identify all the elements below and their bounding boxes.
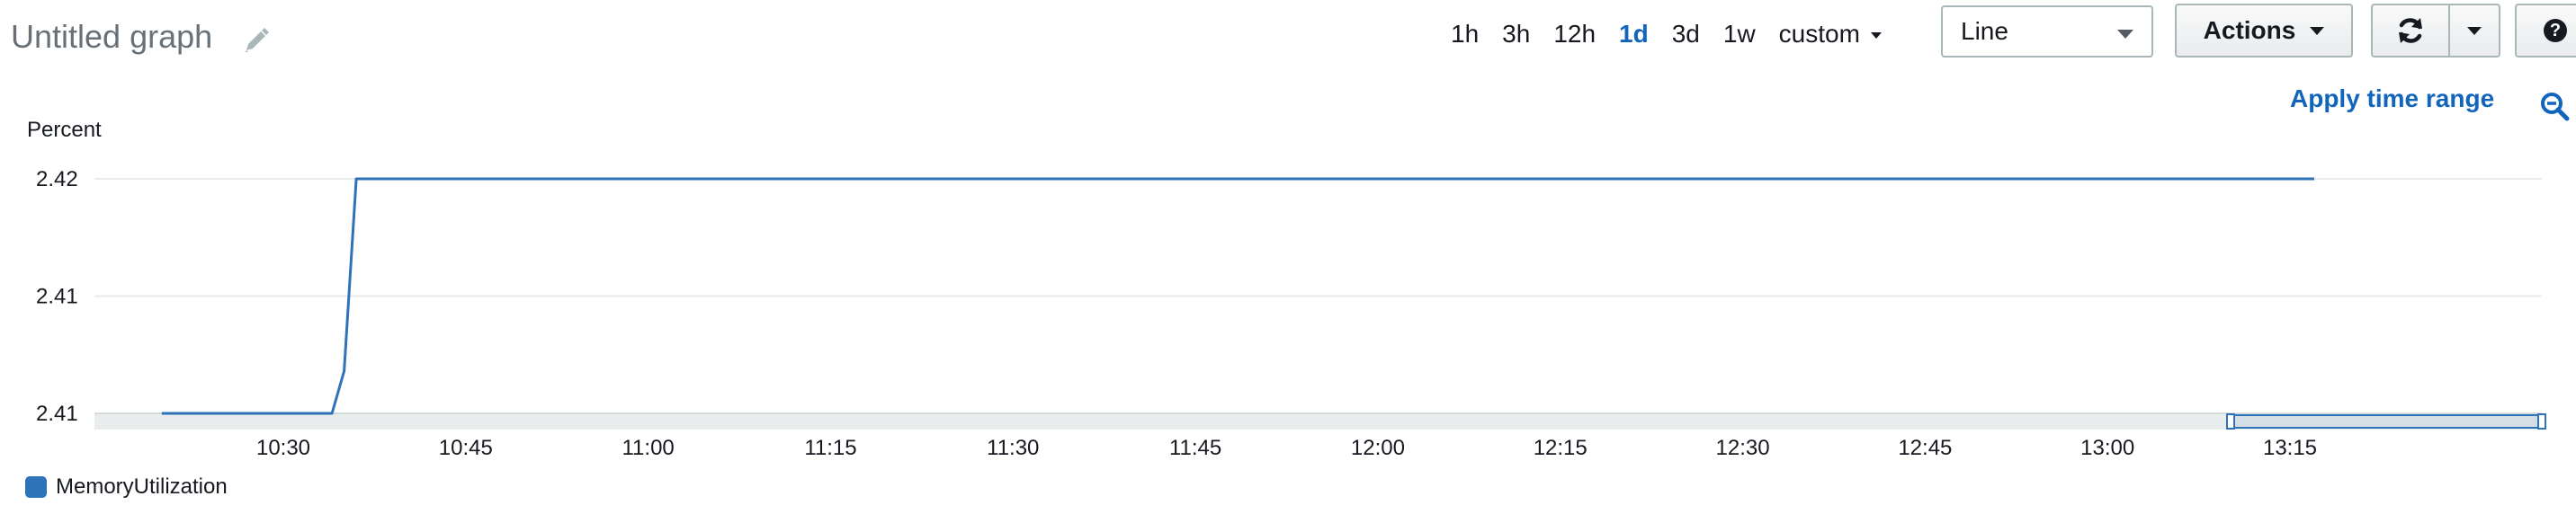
time-period-selector: 1h 3h 12h 1d 3d 1w custom [1439, 16, 1882, 52]
pencil-icon[interactable] [241, 25, 272, 56]
time-range-selection[interactable] [2230, 414, 2543, 429]
period-1d[interactable]: 1d [1619, 20, 1649, 49]
refresh-button[interactable] [2371, 4, 2450, 58]
x-tick-label: 10:45 [439, 436, 493, 460]
x-tick-label: 12:45 [1898, 436, 1952, 460]
x-tick-label: 10:30 [256, 436, 310, 460]
period-12h[interactable]: 12h [1553, 20, 1596, 49]
chart-type-select[interactable]: Line [1941, 5, 2153, 58]
actions-button[interactable]: Actions [2175, 4, 2353, 58]
graph-title[interactable]: Untitled graph [11, 18, 212, 56]
range-handle-right[interactable] [2537, 413, 2546, 430]
period-1w[interactable]: 1w [1723, 20, 1756, 49]
legend-label[interactable]: MemoryUtilization [56, 474, 228, 500]
custom-period-label: custom [1778, 20, 1860, 48]
chevron-down-icon [2467, 26, 2482, 35]
caret-down-icon [2117, 30, 2133, 39]
chart-type-value: Line [1961, 17, 2008, 45]
graph-widget: 2.42 2.41 2.41 10:30 10:45 11:00 11:15 11:30 11:… [0, 0, 2576, 523]
caret-down-icon [1870, 32, 1882, 39]
zoom-out-icon[interactable] [2538, 90, 2571, 122]
x-tick-label: 12:15 [1534, 436, 1588, 460]
chart-legend: MemoryUtilization [25, 474, 228, 500]
legend-swatch[interactable] [25, 476, 47, 498]
refresh-icon [2399, 18, 2422, 43]
line-chart: 2.42 2.41 2.41 10:30 10:45 11:00 11:15 11:30 11:… [36, 167, 2546, 460]
x-tick-label: 11:45 [1169, 436, 1221, 460]
period-1h[interactable]: 1h [1451, 20, 1479, 49]
custom-period-dropdown[interactable]: custom [1779, 20, 1882, 49]
refresh-options-button[interactable] [2448, 4, 2500, 58]
apply-time-range-link[interactable]: Apply time range [2290, 84, 2494, 113]
caret-down-icon [2310, 26, 2325, 35]
x-tick-label: 11:15 [804, 436, 856, 460]
x-tick-label: 13:15 [2263, 436, 2317, 460]
x-tick-label: 13:00 [2080, 436, 2134, 460]
y-axis-label: Percent [27, 118, 102, 142]
x-tick-label: 12:30 [1716, 436, 1770, 460]
help-button[interactable]: ? [2515, 4, 2576, 58]
range-handle-left[interactable] [2226, 413, 2235, 430]
x-tick-label: 11:30 [987, 436, 1039, 460]
y-tick-label: 2.41 [36, 402, 78, 426]
help-icon: ? [2544, 19, 2567, 42]
actions-label: Actions [2203, 16, 2296, 44]
x-tick-label: 12:00 [1351, 436, 1405, 460]
period-3h[interactable]: 3h [1502, 20, 1530, 49]
y-tick-label: 2.42 [36, 167, 78, 191]
x-tick-label: 11:00 [622, 436, 674, 460]
period-3d[interactable]: 3d [1672, 20, 1700, 49]
time-navigator-band [94, 413, 2542, 430]
y-tick-label: 2.41 [36, 285, 78, 309]
